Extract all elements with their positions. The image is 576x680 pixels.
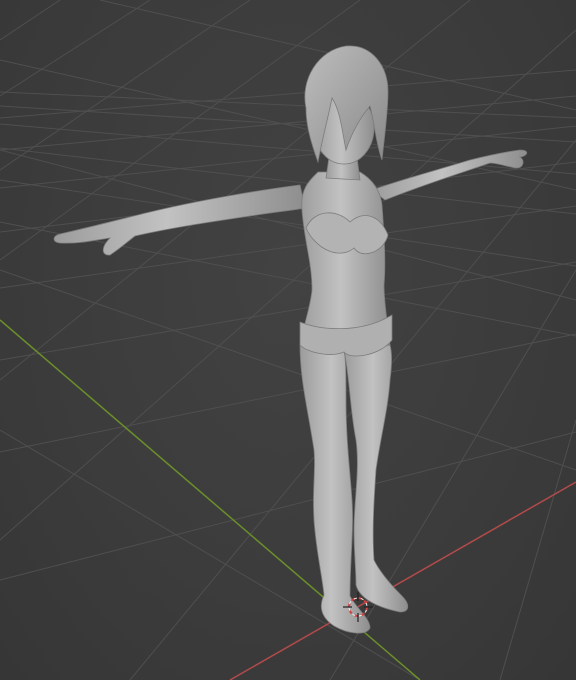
3d-viewport[interactable] [0,0,576,680]
character-mesh-icon[interactable] [53,45,528,634]
viewport-scene [0,0,576,680]
floor-grid [0,0,576,680]
x-axis-line [229,481,576,680]
